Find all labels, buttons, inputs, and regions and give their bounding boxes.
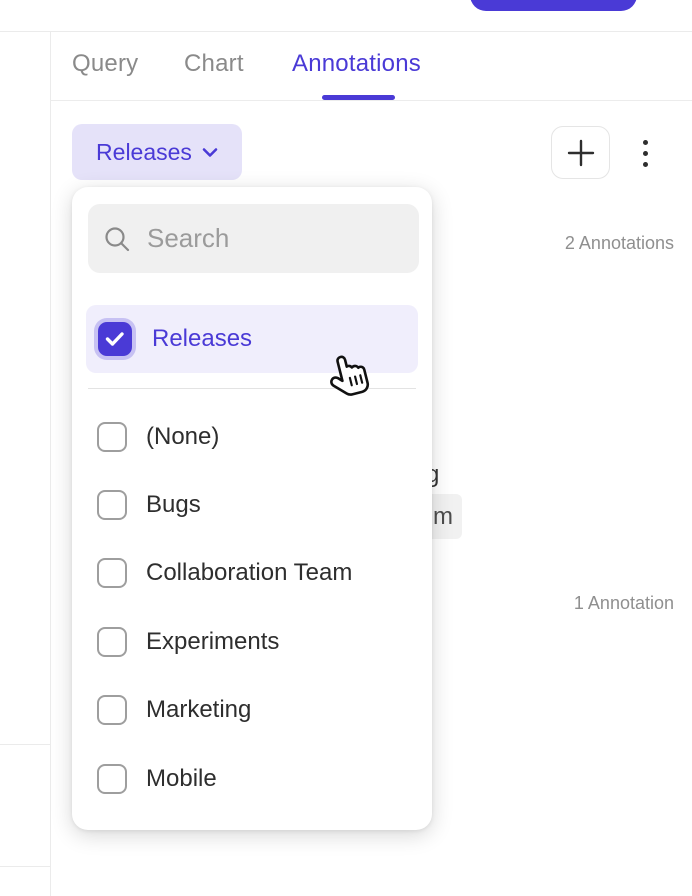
option-label: Marketing (146, 696, 251, 724)
checkbox-unchecked[interactable] (97, 490, 127, 520)
releases-filter-button[interactable]: Releases (72, 124, 242, 180)
checkbox-unchecked[interactable] (97, 422, 127, 452)
hand-pointer-icon (328, 352, 374, 405)
checkbox-unchecked[interactable] (97, 627, 127, 657)
option-label: Bugs (146, 491, 201, 519)
checkbox-unchecked[interactable] (97, 695, 127, 725)
tab-query[interactable]: Query (72, 50, 138, 78)
option-label: Mobile (146, 765, 217, 793)
option-mobile[interactable]: Mobile (72, 745, 432, 813)
option-label: Releases (152, 325, 252, 353)
option-label: Experiments (146, 628, 279, 656)
option-label: (None) (146, 423, 219, 451)
kebab-icon (643, 140, 648, 145)
kebab-icon (643, 151, 648, 156)
left-panel-border (50, 31, 51, 896)
search-icon (103, 225, 131, 253)
dropdown-search[interactable] (88, 204, 419, 273)
plus-icon (566, 138, 596, 168)
annotation-count-group2: 1 Annotation (574, 593, 674, 614)
checkbox-checked[interactable] (98, 322, 132, 356)
checkbox-unchecked[interactable] (97, 764, 127, 794)
tab-annotations[interactable]: Annotations (292, 50, 421, 78)
top-divider (0, 31, 692, 32)
option-experiments[interactable]: Experiments (72, 608, 432, 676)
primary-cta-button[interactable] (470, 0, 637, 11)
chevron-down-icon (202, 147, 218, 158)
tabbar-divider (50, 100, 692, 101)
checkmark-icon (105, 331, 125, 347)
option-none[interactable]: (None) (72, 403, 432, 471)
checkbox-unchecked[interactable] (97, 558, 127, 588)
left-panel-divider (0, 744, 50, 745)
left-panel-divider (0, 866, 50, 867)
kebab-icon (643, 162, 648, 167)
releases-filter-label: Releases (96, 139, 192, 166)
annotations-screen: Query Chart Annotations Releases 2 Annot… (0, 0, 692, 896)
tab-chart[interactable]: Chart (184, 50, 244, 78)
search-input[interactable] (147, 223, 405, 254)
option-collaboration-team[interactable]: Collaboration Team (72, 539, 432, 607)
active-tab-underline (322, 95, 395, 100)
option-marketing[interactable]: Marketing (72, 676, 432, 744)
option-bugs[interactable]: Bugs (72, 471, 432, 539)
releases-dropdown-panel: Releases (None) Bugs Collaboration Team … (72, 187, 432, 830)
more-options-button[interactable] (632, 130, 659, 176)
option-label: Collaboration Team (146, 559, 352, 587)
annotation-count-group1: 2 Annotations (565, 233, 674, 254)
add-annotation-button[interactable] (551, 126, 610, 179)
